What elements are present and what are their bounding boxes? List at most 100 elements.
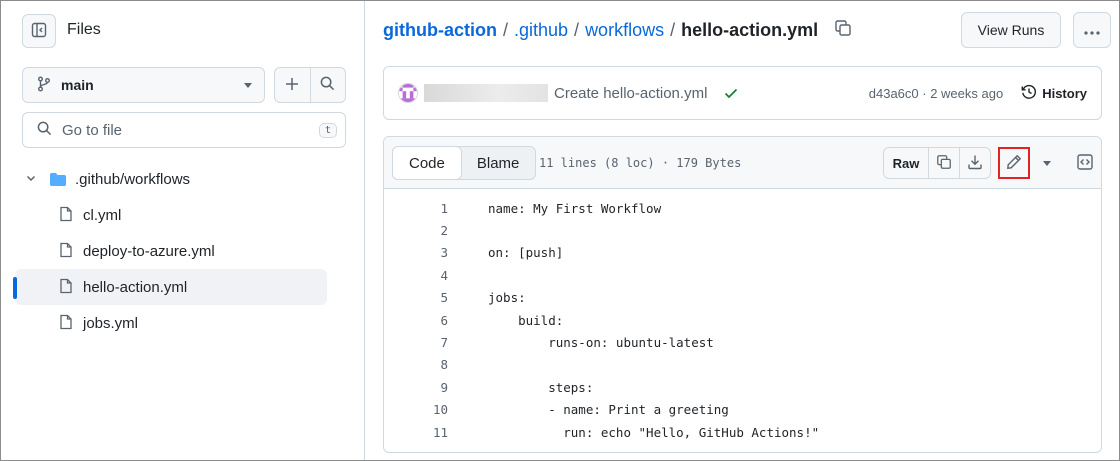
line-number[interactable]: 9 [384,380,448,395]
tab-code[interactable]: Code [392,146,462,180]
copy-icon [834,19,852,42]
breadcrumb-workflows-link[interactable]: workflows [585,20,664,41]
file-icon [59,278,73,297]
commit-message-link[interactable]: Create hello-action.yml [554,85,707,102]
copy-raw-button[interactable] [928,148,959,178]
code-line: 4 [384,264,1101,286]
sidebar-actions [274,67,346,103]
tree-item-label: .github/workflows [75,170,191,188]
file-info: 11 lines (8 loc) · 179 Bytes [539,156,742,170]
line-number[interactable]: 2 [384,223,448,238]
breadcrumb-repo-link[interactable]: github-action [383,20,497,41]
go-to-file-input[interactable]: Go to file t [22,112,346,148]
symbols-panel-button[interactable] [1072,147,1098,179]
code-line: 9 steps: [384,376,1101,398]
tree-file-hello-action[interactable]: hello-action.yml [13,269,327,305]
plus-icon [285,77,299,94]
file-tree: .github/workflows cl.yml deploy-to-azure… [13,161,327,341]
branch-selector[interactable]: main [22,67,265,103]
code-line: 3 on: [push] [384,242,1101,264]
code-blame-toggle: Code Blame [392,146,537,180]
line-content: name: My First Workflow [488,200,662,216]
edit-options-dropdown[interactable] [1034,147,1060,179]
line-number[interactable]: 8 [384,357,448,372]
sidebar-toggle-button[interactable] [22,14,56,48]
breadcrumb-separator: / [670,20,676,40]
line-number[interactable]: 5 [384,290,448,305]
code-line: 5 jobs: [384,287,1101,309]
kebab-horizontal-icon [1084,22,1100,38]
line-content: runs-on: ubuntu-latest [488,335,714,351]
search-button[interactable] [309,68,346,102]
chevron-down-icon [244,82,252,88]
add-file-button[interactable] [275,68,310,102]
sidebar-title: Files [67,21,101,38]
check-icon[interactable] [723,85,739,101]
copy-path-button[interactable] [834,19,852,42]
line-number[interactable]: 3 [384,245,448,260]
edit-file-button[interactable] [998,147,1030,179]
tree-file-jobs[interactable]: jobs.yml [15,305,327,341]
history-label: History [1042,85,1087,101]
view-runs-button[interactable]: View Runs [961,12,1061,48]
line-number[interactable]: 4 [384,268,448,283]
copy-icon [936,154,952,173]
line-number[interactable]: 1 [384,201,448,216]
more-options-button[interactable] [1073,12,1111,48]
code-view: 1 name: My First Workflow 2 3 on: [push] 4… [384,189,1101,443]
keyboard-shortcut-hint: t [318,122,337,138]
redacted-username [424,84,548,102]
active-indicator [13,277,17,299]
history-button[interactable]: History [1021,84,1087,103]
go-to-file-placeholder: Go to file [62,121,123,139]
tree-file-cl[interactable]: cl.yml [15,197,327,233]
file-icon [59,242,73,261]
file-icon [59,314,73,333]
chevron-down-icon [1043,160,1051,166]
line-content: steps: [488,379,594,395]
line-content: - name: Print a greeting [488,402,729,418]
breadcrumb-separator: / [502,20,508,40]
file-header: Code Blame 11 lines (8 loc) · 179 Bytes … [384,137,1101,189]
code-line: 6 build: [384,309,1101,331]
code-line: 10 - name: Print a greeting [384,399,1101,421]
avatar[interactable] [398,83,418,103]
line-content: build: [488,312,564,328]
code-line: 7 runs-on: ubuntu-latest [384,331,1101,353]
tree-item-label: hello-action.yml [83,278,188,296]
download-button[interactable] [959,148,990,178]
line-number[interactable]: 11 [384,425,448,440]
line-content: jobs: [488,290,526,306]
tree-file-deploy-to-azure[interactable]: deploy-to-azure.yml [15,233,327,269]
file-icon [59,206,73,225]
breadcrumb: github-action / .github / workflows / he… [383,19,852,42]
code-line: 11 run: echo "Hello, GitHub Actions!" [384,421,1101,443]
sidebar-collapse-icon [31,22,47,41]
tree-item-label: cl.yml [83,206,122,224]
commit-sha-time[interactable]: d43a6c0 · 2 weeks ago [869,86,1003,101]
search-icon [37,121,52,139]
download-icon [967,154,983,173]
line-number[interactable]: 7 [384,335,448,350]
tree-item-label: jobs.yml [83,314,139,332]
code-line: 8 [384,354,1101,376]
file-content-box: Code Blame 11 lines (8 loc) · 179 Bytes … [383,136,1102,453]
code-square-icon [1076,153,1094,174]
tab-blame[interactable]: Blame [461,147,536,179]
commit-meta: d43a6c0 · 2 weeks ago History [869,84,1087,103]
chevron-down-icon[interactable] [25,171,37,187]
git-branch-icon [37,76,51,95]
latest-commit-bar: Create hello-action.yml d43a6c0 · 2 week… [383,66,1102,120]
line-number[interactable]: 10 [384,402,448,417]
line-content: run: echo "Hello, GitHub Actions!" [488,424,820,440]
raw-button[interactable]: Raw [884,148,928,178]
code-line: 2 [384,219,1101,241]
file-actions: Raw [883,147,991,179]
breadcrumb-github-link[interactable]: .github [514,20,568,41]
tree-folder-workflows[interactable]: .github/workflows [15,161,327,197]
line-number[interactable]: 6 [384,313,448,328]
line-content: on: [push] [488,245,564,261]
file-view: github-action / .github / workflows / he… [366,1,1119,460]
tree-item-label: deploy-to-azure.yml [83,242,215,260]
breadcrumb-separator: / [574,20,580,40]
